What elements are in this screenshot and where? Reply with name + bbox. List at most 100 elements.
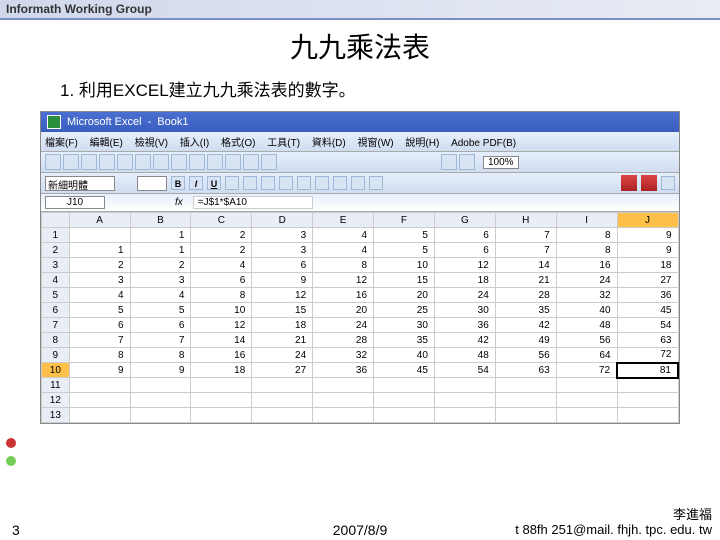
row-header[interactable]: 10	[42, 363, 70, 378]
cell[interactable]	[556, 378, 617, 393]
row-header[interactable]: 3	[42, 258, 70, 273]
menu-data[interactable]: 資料(D)	[312, 138, 346, 149]
cell[interactable]: 54	[434, 363, 495, 378]
cell[interactable]: 40	[374, 348, 435, 363]
menu-help[interactable]: 說明(H)	[405, 138, 439, 149]
preview-icon[interactable]	[117, 154, 133, 170]
cell[interactable]: 24	[556, 273, 617, 288]
cell[interactable]: 3	[252, 228, 313, 243]
cell[interactable]: 1	[130, 243, 191, 258]
bold-button[interactable]: B	[171, 176, 185, 190]
cell[interactable]: 6	[191, 273, 252, 288]
cell[interactable]	[374, 378, 435, 393]
cell[interactable]: 35	[374, 333, 435, 348]
sum-icon[interactable]	[225, 154, 241, 170]
cell[interactable]: 8	[556, 243, 617, 258]
menu-edit[interactable]: 編輯(E)	[90, 138, 123, 149]
font-size-select[interactable]	[137, 176, 167, 191]
cell[interactable]: 4	[313, 243, 374, 258]
cell[interactable]	[252, 378, 313, 393]
cell[interactable]: 2	[191, 228, 252, 243]
cell[interactable]: 8	[556, 228, 617, 243]
currency-icon[interactable]	[297, 176, 311, 190]
cell[interactable]: 9	[617, 228, 678, 243]
row-header[interactable]: 9	[42, 348, 70, 363]
cell[interactable]	[495, 393, 556, 408]
zoom-select[interactable]: 100%	[483, 156, 519, 169]
cell[interactable]: 5	[374, 228, 435, 243]
col-header[interactable]: F	[374, 213, 435, 228]
cell[interactable]: 48	[556, 318, 617, 333]
align-right-icon[interactable]	[261, 176, 275, 190]
cell[interactable]: 3	[69, 273, 130, 288]
cell[interactable]: 42	[434, 333, 495, 348]
cell[interactable]: 81	[617, 363, 678, 378]
cell[interactable]: 18	[617, 258, 678, 273]
cell[interactable]: 18	[434, 273, 495, 288]
col-header[interactable]: G	[434, 213, 495, 228]
col-header[interactable]: H	[495, 213, 556, 228]
cell[interactable]: 21	[495, 273, 556, 288]
cell[interactable]: 16	[191, 348, 252, 363]
cell[interactable]	[617, 408, 678, 423]
row-header[interactable]: 2	[42, 243, 70, 258]
cell[interactable]	[495, 378, 556, 393]
cell[interactable]	[617, 378, 678, 393]
cell[interactable]: 2	[69, 258, 130, 273]
row-header[interactable]: 5	[42, 288, 70, 303]
cell[interactable]: 4	[130, 288, 191, 303]
cell[interactable]	[313, 393, 374, 408]
cell[interactable]	[374, 393, 435, 408]
new-icon[interactable]	[45, 154, 61, 170]
cell[interactable]: 10	[374, 258, 435, 273]
cell[interactable]: 15	[252, 303, 313, 318]
help-icon[interactable]	[459, 154, 475, 170]
cell[interactable]: 12	[252, 288, 313, 303]
row-header[interactable]: 7	[42, 318, 70, 333]
cell[interactable]: 72	[617, 348, 678, 363]
cell[interactable]: 7	[69, 333, 130, 348]
cell[interactable]: 49	[495, 333, 556, 348]
cell[interactable]	[617, 393, 678, 408]
align-left-icon[interactable]	[225, 176, 239, 190]
col-header[interactable]: I	[556, 213, 617, 228]
cell[interactable]: 27	[252, 363, 313, 378]
cell[interactable]: 25	[374, 303, 435, 318]
cell[interactable]: 30	[434, 303, 495, 318]
cell[interactable]: 27	[617, 273, 678, 288]
cell[interactable]	[556, 393, 617, 408]
cell[interactable]	[495, 408, 556, 423]
cell[interactable]: 63	[617, 333, 678, 348]
cell[interactable]	[130, 408, 191, 423]
cell[interactable]: 42	[495, 318, 556, 333]
cell[interactable]: 8	[191, 288, 252, 303]
cell[interactable]	[69, 228, 130, 243]
cell[interactable]: 7	[130, 333, 191, 348]
cell[interactable]: 10	[191, 303, 252, 318]
cell[interactable]: 63	[495, 363, 556, 378]
row-header[interactable]: 13	[42, 408, 70, 423]
cell[interactable]	[69, 378, 130, 393]
menu-bar[interactable]: 檔案(F) 編輯(E) 檢視(V) 插入(I) 格式(O) 工具(T) 資料(D…	[41, 132, 679, 152]
cell[interactable]	[252, 393, 313, 408]
cell[interactable]: 56	[556, 333, 617, 348]
cell[interactable]	[191, 408, 252, 423]
save-icon[interactable]	[81, 154, 97, 170]
cell[interactable]: 24	[252, 348, 313, 363]
cell[interactable]: 12	[434, 258, 495, 273]
cell[interactable]: 64	[556, 348, 617, 363]
cell[interactable]: 36	[313, 363, 374, 378]
cell[interactable]: 6	[434, 228, 495, 243]
print-icon[interactable]	[99, 154, 115, 170]
cell[interactable]: 14	[191, 333, 252, 348]
cell[interactable]: 5	[374, 243, 435, 258]
cell[interactable]: 6	[130, 318, 191, 333]
cell[interactable]: 14	[495, 258, 556, 273]
cell[interactable]	[556, 408, 617, 423]
col-header[interactable]: B	[130, 213, 191, 228]
menu-window[interactable]: 視窗(W)	[358, 138, 394, 149]
cell[interactable]: 6	[69, 318, 130, 333]
cell[interactable]: 4	[191, 258, 252, 273]
cut-icon[interactable]	[135, 154, 151, 170]
cell[interactable]: 35	[495, 303, 556, 318]
